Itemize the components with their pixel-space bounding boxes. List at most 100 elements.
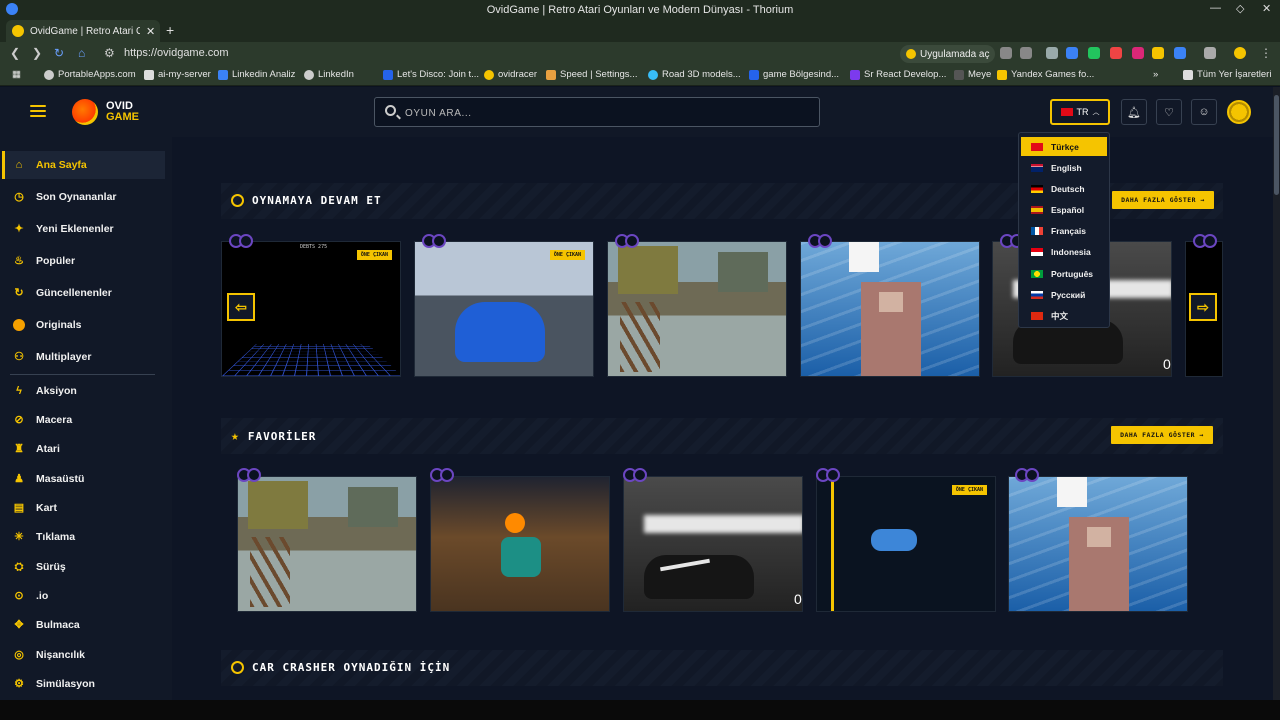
sidebar-item-adventure[interactable]: ⊘ Macera <box>2 406 165 434</box>
sidebar-item-updated[interactable]: ↻ Güncellenenler <box>2 279 165 307</box>
puzzle-ext-icon[interactable] <box>1174 47 1186 59</box>
sidebar-item-puzzle[interactable]: ✥ Bulmaca <box>2 611 165 639</box>
browser-tab[interactable]: OvidGame | Retro Atari Oy ✕ <box>6 20 160 42</box>
bookmark-item[interactable]: Road 3D models... <box>648 69 741 80</box>
sidebar-item-multiplayer[interactable]: ⚇ Multiplayer <box>2 343 165 371</box>
search-input[interactable] <box>405 104 805 122</box>
badge-icon <box>808 234 834 248</box>
page-scrollbar[interactable] <box>1273 87 1280 700</box>
red-ext-icon[interactable] <box>1110 47 1122 59</box>
bookmark-item[interactable]: ai-my-server <box>144 69 211 80</box>
sidebar-item-new[interactable]: ✦ Yeni Eklenenler <box>2 215 165 243</box>
pink-ext-icon[interactable] <box>1132 47 1144 59</box>
translate-ext-icon[interactable] <box>1066 47 1078 59</box>
logo-icon[interactable] <box>72 99 98 125</box>
site-settings-icon[interactable]: ⚙ <box>104 46 115 60</box>
users-icon: ⚇ <box>14 351 24 363</box>
language-option-de[interactable]: Deutsch <box>1021 179 1107 198</box>
new-tab-icon[interactable]: + <box>166 22 174 38</box>
show-more-button[interactable]: DAHA FAZLA GÖSTER → <box>1112 191 1214 209</box>
language-option-id[interactable]: Indonesia <box>1021 242 1107 261</box>
favorites-heart-icon[interactable]: ♡ <box>1156 99 1182 125</box>
bookmark-item[interactable]: Let's Disco: Join t... <box>383 69 479 80</box>
close-window-icon[interactable]: ✕ <box>1262 2 1271 15</box>
game-card[interactable] <box>1008 476 1188 612</box>
bookmark-item[interactable]: Speed | Settings... <box>546 69 637 80</box>
bookmark-star-icon[interactable] <box>1020 47 1032 59</box>
avatar[interactable] <box>1227 100 1251 124</box>
download-ext-icon[interactable] <box>1088 47 1100 59</box>
back-icon[interactable]: ❮ <box>10 46 20 60</box>
language-option-en[interactable]: English <box>1021 158 1107 177</box>
language-option-fr[interactable]: Français <box>1021 221 1107 240</box>
sidebar-item-home[interactable]: ⌂ Ana Sayfa <box>2 151 165 179</box>
notifications-icon[interactable]: 🔔︎ <box>1121 99 1147 125</box>
badge-icon <box>615 234 641 248</box>
sidebar-item-popular[interactable]: ♨ Popüler <box>2 247 165 275</box>
germany-flag-icon <box>1031 184 1043 193</box>
sidebar-item-board[interactable]: ♟ Masaüstü <box>2 465 165 493</box>
site-logo[interactable]: OVID GAME <box>106 101 139 123</box>
sidebar-item-originals[interactable]: Originals <box>2 311 165 339</box>
bookmarks-folder[interactable]: Tüm Yer İşaretleri <box>1183 69 1271 80</box>
sidebar-item-click[interactable]: ✳ Tıklama <box>2 523 165 551</box>
language-option-tr[interactable]: Türkçe <box>1021 137 1107 156</box>
language-option-ru[interactable]: Русский <box>1021 285 1107 304</box>
profile-icon[interactable] <box>1234 47 1246 59</box>
sidebar-item-driving[interactable]: ⛭ Sürüş <box>2 553 165 581</box>
sidebar-item-io[interactable]: ⊙ .io <box>2 582 165 610</box>
bookmark-item[interactable]: Meye <box>954 69 991 80</box>
section-title: ★ FAVORİLER <box>231 429 317 444</box>
indonesia-flag-icon <box>1031 247 1043 256</box>
url-field[interactable]: https://ovidgame.com <box>124 47 229 59</box>
home-browser-icon[interactable]: ⌂ <box>78 46 85 60</box>
language-option-zh[interactable]: 中文 <box>1021 306 1107 325</box>
lab-ext-icon[interactable] <box>1204 47 1216 59</box>
game-card[interactable]: ÖNE ÇIKAN <box>414 241 594 377</box>
forward-icon[interactable]: ❯ <box>32 46 42 60</box>
site-header: OVID GAME TR ︿ 🔔︎ ♡ ☺ <box>0 87 1273 137</box>
sidebar-item-simulation[interactable]: ⚙ Simülasyon <box>2 670 165 698</box>
bookmark-item[interactable]: Sr React Develop... <box>850 69 946 80</box>
sidebar-item-shooting[interactable]: ◎ Nişancılık <box>2 641 165 669</box>
bookmark-item[interactable]: Yandex Games fo... <box>997 69 1094 80</box>
sidebar-item-recent[interactable]: ◷ Son Oynananlar <box>2 183 165 211</box>
badge-icon <box>229 234 255 248</box>
apps-grid-icon[interactable]: ▦ <box>12 69 21 80</box>
game-card[interactable] <box>607 241 787 377</box>
sidebar-item-action[interactable]: ϟ Aksiyon <box>2 377 165 405</box>
bookmark-item[interactable]: ovidracer <box>484 69 537 80</box>
carousel-next-button[interactable]: ⇨ <box>1189 293 1217 321</box>
game-card[interactable] <box>800 241 980 377</box>
tab-favicon-icon <box>12 25 24 37</box>
account-icon[interactable]: ☺ <box>1191 99 1217 125</box>
game-card[interactable]: ÖNE ÇIKAN <box>816 476 996 612</box>
shield-ext-icon[interactable] <box>1046 47 1058 59</box>
game-card[interactable] <box>430 476 610 612</box>
scrollbar-thumb[interactable] <box>1274 95 1279 195</box>
sidebar-item-card[interactable]: ▤ Kart <box>2 494 165 522</box>
bookmark-item[interactable]: LinkedIn <box>304 69 354 80</box>
tab-close-icon[interactable]: ✕ <box>146 25 155 38</box>
game-card[interactable]: 0 <box>623 476 803 612</box>
show-more-button[interactable]: DAHA FAZLA GÖSTER → <box>1111 426 1213 444</box>
language-option-pt[interactable]: Português <box>1021 264 1107 283</box>
language-option-es[interactable]: Español <box>1021 200 1107 219</box>
carousel-prev-button[interactable]: ⇦ <box>227 293 255 321</box>
hamburger-menu-icon[interactable] <box>30 105 46 117</box>
bookmark-item[interactable]: PortableApps.com <box>44 69 136 80</box>
open-in-app-button[interactable]: Uygulamada aç <box>900 45 996 63</box>
sidebar-item-atari[interactable]: ♜ Atari <box>2 435 165 463</box>
maximize-icon[interactable]: ◇ <box>1236 2 1244 15</box>
featured-tag: ÖNE ÇIKAN <box>356 250 392 260</box>
bookmark-item[interactable]: Linkedin Analiz <box>218 69 295 80</box>
minimize-icon[interactable]: — <box>1210 2 1221 14</box>
bookmark-item[interactable]: game Bölgesind... <box>749 69 839 80</box>
yellow-ext-icon[interactable] <box>1152 47 1164 59</box>
bookmarks-more-icon[interactable]: » <box>1153 69 1158 80</box>
game-card[interactable] <box>237 476 417 612</box>
language-button[interactable]: TR ︿ <box>1050 99 1110 125</box>
browser-menu-icon[interactable]: ⋮ <box>1260 46 1272 60</box>
share-icon[interactable] <box>1000 47 1012 59</box>
reload-icon[interactable]: ↻ <box>54 46 64 60</box>
